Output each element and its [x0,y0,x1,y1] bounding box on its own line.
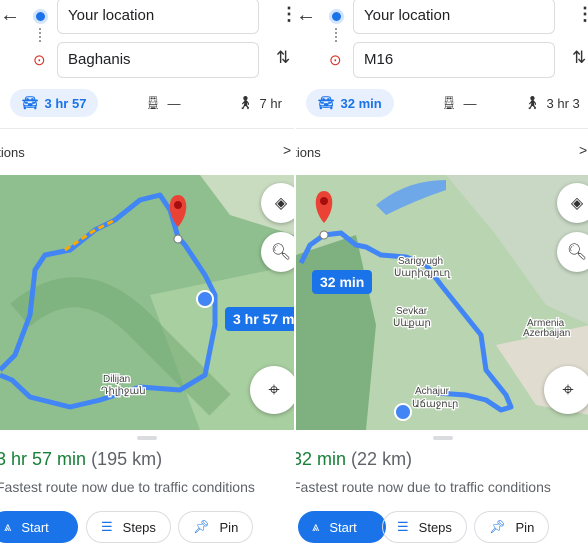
map-label: Աճաջուր [412,399,458,410]
options-link[interactable]: ptions [0,145,25,160]
navigation-icon: ⩓ [312,519,320,534]
drag-handle[interactable] [433,436,453,440]
pin-button[interactable]: 📌︎ Pin [178,511,254,543]
swap-icon[interactable]: ⇅ [572,48,586,68]
train-icon: 🚆︎ [441,95,458,110]
map-label: Sarigyugh [398,256,443,267]
mode-drive[interactable]: 🚘︎ 32 min [306,89,394,117]
transit-time: — [167,95,181,111]
route-sheet: 3 hr 57 min (195 km) Fastest route now d… [0,430,294,549]
route-summary: 32 min (22 km) [296,449,412,470]
chevron-right-icon[interactable]: > [283,142,291,158]
distance: (22 km) [351,449,413,469]
mode-walk[interactable]: 🚶︎ 3 hr 3 [524,89,580,117]
distance: (195 km) [91,449,163,469]
mode-transit[interactable]: 🚆︎ — [441,89,477,117]
back-arrow-icon[interactable]: ← [0,4,20,27]
more-vert-icon[interactable]: ⋮ [280,4,294,25]
divider [0,128,294,129]
layers-icon[interactable]: ◈ [261,183,294,223]
map-label: Azerbaijan [523,328,570,339]
pin-icon: 📌︎ [489,519,506,534]
options-link[interactable]: ptions [296,145,321,160]
route-note: Fastest route now due to traffic conditi… [0,479,255,495]
car-icon: 🚘︎ [318,95,335,110]
pin-button[interactable]: 📌︎ Pin [474,511,550,543]
more-vert-icon[interactable]: ⋮ [576,4,588,25]
start-label: Start [329,519,357,535]
steps-button[interactable]: ☰ Steps [382,511,467,543]
destination-pin-icon: ⊙ [33,52,46,69]
map-label: Sevkar [396,306,428,317]
map-label: Achajur [415,386,450,397]
route-time-badge: 32 min [312,270,373,294]
mode-drive[interactable]: 🚘︎ 3 hr 57 [10,89,99,117]
pin-label: Pin [515,519,535,535]
route-dots [39,28,41,42]
chevron-right-icon[interactable]: > [579,142,587,158]
car-location-icon [394,403,412,421]
map-label: Սևքար [393,318,431,329]
walk-time: 3 hr 3 [546,95,580,111]
walk-icon: 🚶︎ [237,95,254,110]
route-summary: 3 hr 57 min (195 km) [0,449,162,470]
steps-label: Steps [418,519,452,535]
route-note: Fastest route now due to traffic conditi… [296,479,551,495]
destination-input[interactable]: M16 [353,42,555,78]
duration: 32 min [296,449,347,469]
destination-input[interactable]: Baghanis [57,42,259,78]
mode-transit[interactable]: 🚆︎ — [145,89,181,117]
list-icon: ☰ [397,519,409,534]
origin-input[interactable]: Your location [353,0,555,34]
map-label: Dilijan [103,374,130,385]
steps-label: Steps [122,519,156,535]
origin-dot-icon [332,12,341,21]
directions-panel-baghanis: ← ⊙ Your location Baghanis ⋮ ⇅ 🚘︎ 3 hr 57… [0,0,294,549]
map-label: Սարիգյուղ [394,268,451,279]
directions-panel-m16: ← ⊙ Your location M16 ⋮ ⇅ 🚘︎ 32 min 🚆︎ — 🚶… [296,0,588,549]
divider [296,128,588,129]
navigation-icon: ⩓ [4,519,12,534]
route-dots [335,28,337,42]
walk-time: 7 hr [259,95,282,111]
drive-time: 32 min [340,95,382,111]
pin-label: Pin [219,519,239,535]
start-button[interactable]: ⩓ Start [0,511,78,543]
back-arrow-icon[interactable]: ← [296,4,316,27]
mode-walk[interactable]: 🚶︎ 7 hr [237,89,282,117]
duration: 3 hr 57 min [0,449,87,469]
walk-icon: 🚶︎ [524,95,541,110]
destination-pin-icon: ⊙ [329,52,342,69]
origin-input[interactable]: Your location [57,0,259,34]
search-icon[interactable]: 🔍︎ [261,232,294,272]
route-time-badge: 3 hr 57 m [225,307,294,331]
car-location-icon [196,290,214,308]
swap-icon[interactable]: ⇅ [276,48,290,68]
car-icon: 🚘︎ [22,95,39,110]
list-icon: ☰ [101,519,113,534]
map-label: Դիլիջան [101,386,146,397]
start-label: Start [21,519,49,535]
origin-dot-icon [36,12,45,21]
drag-handle[interactable] [137,436,157,440]
route-sheet: 32 min (22 km) Fastest route now due to … [296,430,588,549]
transit-time: — [463,95,477,111]
drive-time: 3 hr 57 [44,95,87,111]
steps-button[interactable]: ☰ Steps [86,511,171,543]
my-location-icon[interactable]: ⌖ [250,366,294,414]
my-location-icon[interactable]: ⌖ [544,366,588,414]
train-icon: 🚆︎ [145,95,162,110]
pin-icon: 📌︎ [193,519,210,534]
start-button[interactable]: ⩓ Start [298,511,386,543]
